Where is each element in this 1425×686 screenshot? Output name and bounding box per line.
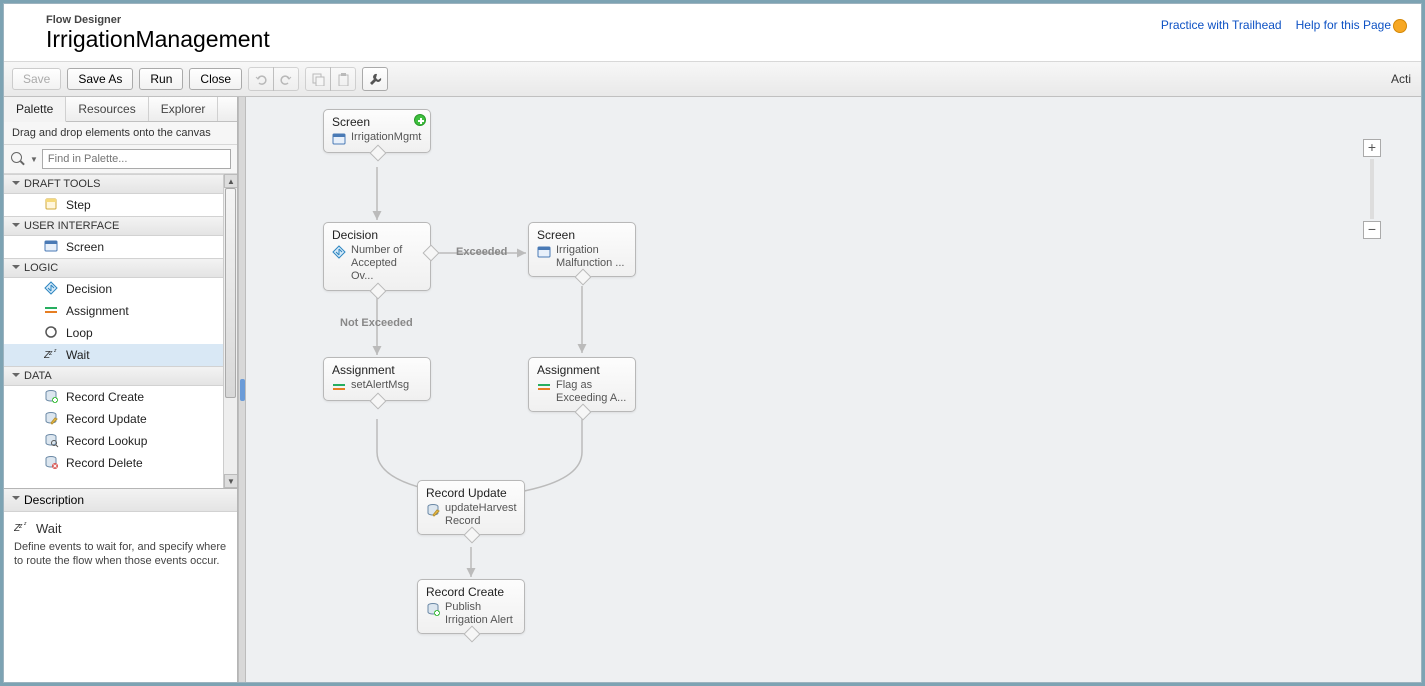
description-title: Wait <box>36 521 62 536</box>
run-button[interactable]: Run <box>139 68 183 90</box>
step-icon <box>44 197 60 213</box>
flow-name: IrrigationManagement <box>46 26 1161 53</box>
node-assignment-setalertmsg[interactable]: Assignment setAlertMsg <box>323 357 431 401</box>
tab-explorer[interactable]: Explorer <box>149 97 219 121</box>
node-record-create[interactable]: Record Create Publish Irrigation Alert <box>417 579 525 634</box>
palette-item-record-lookup[interactable]: Record Lookup <box>4 430 223 452</box>
screen-icon <box>537 245 551 259</box>
assignment-icon <box>537 380 551 394</box>
sidebar: Palette Resources Explorer Drag and drop… <box>4 97 238 682</box>
canvas[interactable]: Screen IrrigationMgmt Decision Number of… <box>246 97 1421 682</box>
trailhead-link[interactable]: Practice with Trailhead <box>1161 18 1282 33</box>
copy-icon <box>311 72 325 86</box>
sidebar-tabs: Palette Resources Explorer <box>4 97 237 122</box>
screen-icon <box>332 132 346 146</box>
paste-icon <box>336 72 350 86</box>
scroll-down-icon[interactable]: ▼ <box>224 474 237 488</box>
main: Palette Resources Explorer Drag and drop… <box>4 97 1421 682</box>
zoom-in-button[interactable]: + <box>1363 139 1381 157</box>
wrench-icon <box>368 72 382 86</box>
node-decision[interactable]: Decision Number of Accepted Ov... <box>323 222 431 291</box>
search-icon[interactable] <box>10 151 26 167</box>
node-assignment-flag[interactable]: Assignment Flag as Exceeding A... <box>528 357 636 412</box>
node-screen-malfunction[interactable]: Screen Irrigation Malfunction ... <box>528 222 636 277</box>
assignment-icon <box>332 380 346 394</box>
zoom-out-button[interactable]: − <box>1363 221 1381 239</box>
scroll-thumb[interactable] <box>225 188 236 398</box>
palette-item-assignment[interactable]: Assignment <box>4 300 223 322</box>
decision-icon <box>44 281 60 297</box>
palette-category[interactable]: DATA <box>4 366 223 386</box>
loop-icon <box>44 325 60 341</box>
description-text: Define events to wait for, and specify w… <box>14 540 227 569</box>
flow-designer-app: Flow Designer IrrigationManagement Pract… <box>3 3 1422 683</box>
activate-label: Acti <box>1391 72 1413 86</box>
wait-icon <box>14 520 30 536</box>
palette-category[interactable]: LOGIC <box>4 258 223 278</box>
edge-label-exceeded: Exceeded <box>456 246 507 258</box>
header-links: Practice with Trailhead Help for this Pa… <box>1161 14 1407 33</box>
palette-hint: Drag and drop elements onto the canvas <box>4 122 237 145</box>
tab-palette[interactable]: Palette <box>4 97 66 122</box>
palette-item-record-create[interactable]: Record Create <box>4 386 223 408</box>
paste-button[interactable] <box>330 67 356 91</box>
settings-button[interactable] <box>362 67 388 91</box>
save-button[interactable]: Save <box>12 68 61 90</box>
palette-scrollbar[interactable]: ▲ ▼ <box>223 174 237 488</box>
palette-category[interactable]: DRAFT TOOLS <box>4 174 223 194</box>
assignment-icon <box>44 303 60 319</box>
app-name: Flow Designer <box>46 14 1161 26</box>
screen-icon <box>44 239 60 255</box>
help-link[interactable]: Help for this Page <box>1296 18 1407 33</box>
wait-icon <box>44 347 60 363</box>
redo-button[interactable] <box>273 67 299 91</box>
node-record-update[interactable]: Record Update updateHarvest Record <box>417 480 525 535</box>
palette-item-screen[interactable]: Screen <box>4 236 223 258</box>
redo-icon <box>279 72 293 86</box>
description-header[interactable]: Description <box>4 489 237 512</box>
copy-button[interactable] <box>305 67 331 91</box>
palette-search-row: ▼ <box>4 145 237 174</box>
rupdate-icon <box>44 411 60 427</box>
search-dropdown-icon[interactable]: ▼ <box>30 155 38 164</box>
help-icon <box>1393 19 1407 33</box>
header: Flow Designer IrrigationManagement Pract… <box>4 4 1421 62</box>
palette-item-record-update[interactable]: Record Update <box>4 408 223 430</box>
rdelete-icon <box>44 455 60 471</box>
zoom-track[interactable] <box>1370 159 1374 219</box>
palette-item-step[interactable]: Step <box>4 194 223 216</box>
rcreate-icon <box>44 389 60 405</box>
node-screen-irrigationmgmt[interactable]: Screen IrrigationMgmt <box>323 109 431 153</box>
palette-search-input[interactable] <box>42 149 231 169</box>
record-update-icon <box>426 503 440 517</box>
zoom-control: + − <box>1363 139 1381 239</box>
toolbar: Save Save As Run Close Acti <box>4 62 1421 97</box>
tab-resources[interactable]: Resources <box>66 97 148 121</box>
palette-item-record-delete[interactable]: Record Delete <box>4 452 223 474</box>
description-section: Description Wait Define events to wait f… <box>4 488 237 682</box>
record-create-icon <box>426 602 440 616</box>
palette-category[interactable]: USER INTERFACE <box>4 216 223 236</box>
save-as-button[interactable]: Save As <box>67 68 133 90</box>
splitter[interactable] <box>238 97 246 682</box>
splitter-handle-icon[interactable] <box>240 379 245 401</box>
edge-label-not-exceeded: Not Exceeded <box>340 317 413 329</box>
palette-item-decision[interactable]: Decision <box>4 278 223 300</box>
scroll-up-icon[interactable]: ▲ <box>224 174 237 188</box>
close-button[interactable]: Close <box>189 68 242 90</box>
undo-icon <box>254 72 268 86</box>
palette-item-wait[interactable]: Wait <box>4 344 223 366</box>
palette-list: DRAFT TOOLSStepUSER INTERFACEScreenLOGIC… <box>4 174 237 488</box>
palette-item-loop[interactable]: Loop <box>4 322 223 344</box>
undo-button[interactable] <box>248 67 274 91</box>
rlookup-icon <box>44 433 60 449</box>
start-badge-icon <box>414 114 426 126</box>
decision-icon <box>332 245 346 259</box>
